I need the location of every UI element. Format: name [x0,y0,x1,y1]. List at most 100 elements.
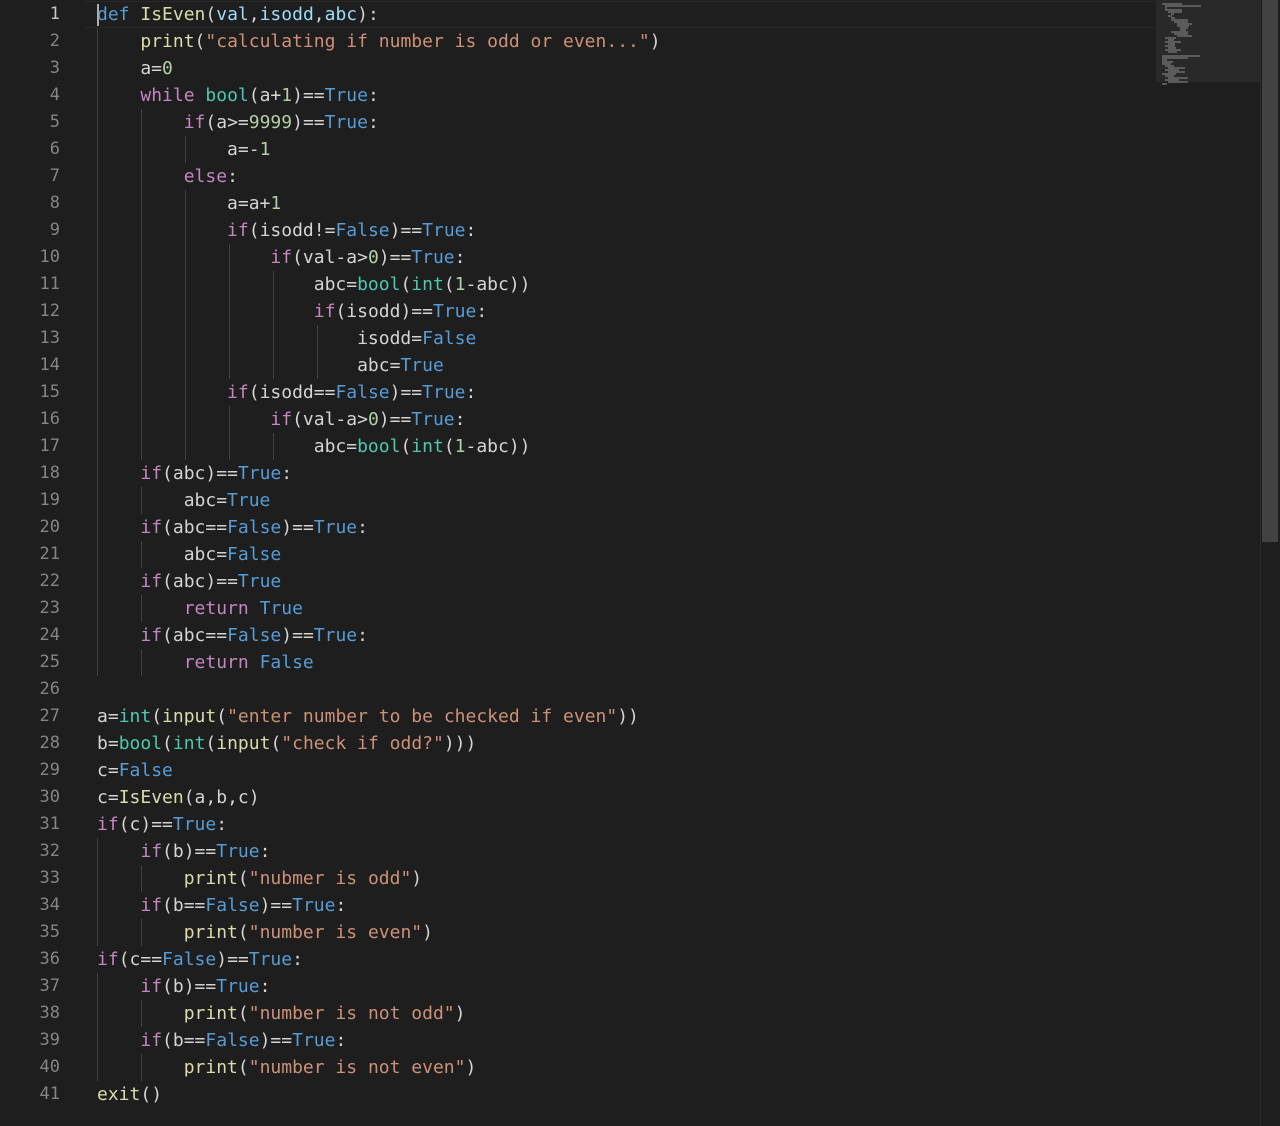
code-line[interactable]: abc=True [97,487,271,514]
code-line[interactable]: if(isodd!=False)==True: [97,217,476,244]
code-token: print [183,1003,238,1024]
code-token: )== [281,517,314,538]
code-line[interactable]: if(a>=9999)==True: [97,109,379,136]
minimap[interactable] [1156,0,1260,1126]
code-token: -abc)) [465,274,531,295]
code-token: ( [270,733,282,754]
code-token: def [97,4,130,25]
code-line[interactable]: isodd=False [97,325,476,352]
code-line[interactable]: print("number is even") [97,919,433,946]
indent-guide [273,271,274,379]
indent-guide [185,190,186,460]
code-line[interactable]: print("calculating if number is odd or e… [97,28,660,55]
code-editor[interactable]: 1 2 3 4 5 6 7 8 9 10 11 12 13 14 15 16 17 18 19 20 21 22 23 24 2… [0,0,1280,1126]
code-token: 1 [454,274,466,295]
line-number: 34 [39,895,60,915]
code-token: )== [259,1030,293,1051]
code-token: False [422,328,477,349]
minimap-line [1168,81,1189,83]
indent-guide [141,487,142,514]
code-token: a=a+ [97,193,271,214]
code-line[interactable]: a=-1 [97,136,270,163]
code-line[interactable]: if(val-a>0)==True: [97,244,466,271]
code-token: ( [151,706,163,727]
code-token: ( [400,436,412,457]
code-token: : [335,1030,347,1051]
code-line[interactable]: a=0 [97,55,173,82]
code-token: c= [97,760,119,781]
code-line[interactable]: while bool(a+1)==True: [97,82,378,109]
code-line[interactable]: c=IsEven(a,b,c) [97,784,260,811]
code-line[interactable]: abc=True [97,352,444,379]
code-token: : [465,220,477,241]
code-line[interactable]: if(val-a>0)==True: [97,406,466,433]
code-line[interactable]: if(abc==False)==True: [97,622,368,649]
code-token: ( [162,733,173,754]
code-token: (b== [162,895,206,916]
code-token: : [259,976,271,997]
code-line[interactable]: print("nubmer is odd") [97,865,422,892]
code-line[interactable]: if(abc==False)==True: [97,514,368,541]
code-line[interactable]: b=bool(int(input("check if odd?"))) [97,730,476,757]
code-line[interactable]: if(c)==True: [97,811,227,838]
code-line[interactable]: return False [97,649,314,676]
code-token: : [454,247,466,268]
code-line[interactable]: print("number is not odd") [97,1000,466,1027]
code-token: True [237,463,282,484]
code-token: )== [292,85,325,106]
vertical-scrollbar-thumb[interactable] [1262,0,1278,542]
code-line[interactable]: if(abc)==True [97,568,281,595]
line-number: 39 [39,1030,60,1050]
code-token: True [227,490,271,511]
code-token: 9999 [248,112,293,133]
indent-guide [141,865,142,892]
code-line[interactable]: c=False [97,757,173,784]
code-token: True [292,895,336,916]
code-line[interactable]: if(b==False)==True: [97,1027,346,1054]
code-area[interactable]: def IsEven(val,isodd,abc): print("calcul… [97,0,1147,1126]
code-token: (b)== [162,841,217,862]
code-line[interactable]: else: [97,163,238,190]
code-token: ) [465,1057,477,1078]
code-token: : [454,409,466,430]
code-line[interactable]: exit() [97,1081,162,1108]
code-line[interactable]: if(b)==True: [97,838,270,865]
code-token: ( [237,1057,249,1078]
code-line[interactable]: if(abc)==True: [97,460,292,487]
code-token: True [237,571,282,592]
code-line[interactable]: return True [97,595,303,622]
code-token: : [357,625,368,646]
code-token: isodd [259,4,314,25]
code-line[interactable]: abc=bool(int(1-abc)) [97,433,531,460]
indent-guide [229,244,230,379]
line-number: 19 [39,490,60,510]
code-token: True [313,625,358,646]
line-number: 18 [39,463,60,483]
code-line[interactable]: if(isodd==False)==True: [97,379,476,406]
code-line[interactable]: if(c==False)==True: [97,946,303,973]
code-token: ): [357,4,379,25]
code-token: True [172,814,217,835]
code-line[interactable]: if(b==False)==True: [97,892,346,919]
code-line[interactable]: abc=False [97,541,282,568]
line-number: 30 [39,787,60,807]
code-token: True [411,409,455,430]
code-token: IsEven [118,787,184,808]
code-line[interactable]: print("number is not even") [97,1054,477,1081]
code-token: : [465,382,477,403]
code-line[interactable]: a=a+1 [97,190,281,217]
code-line[interactable]: a=int(input("enter number to be checked … [97,703,639,730]
code-line[interactable]: def IsEven(val,isodd,abc): [97,1,379,28]
code-line[interactable]: if(isodd)==True: [97,298,487,325]
code-token: "nubmer is odd" [248,868,412,889]
code-line[interactable]: if(b)==True: [97,973,270,1000]
code-line[interactable]: abc=bool(int(1-abc)) [97,271,531,298]
indent-guide [141,1054,142,1081]
line-number: 5 [49,112,60,132]
code-token: )== [292,112,325,133]
